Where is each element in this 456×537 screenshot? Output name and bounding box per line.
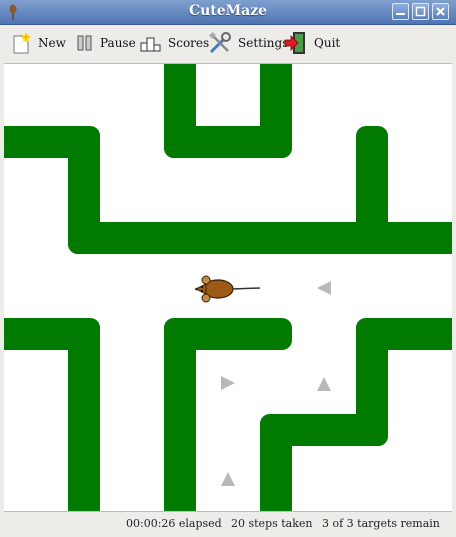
new-game-icon <box>13 32 31 54</box>
close-icon <box>436 7 445 16</box>
maze-wall <box>164 318 292 350</box>
pause-button[interactable]: Pause <box>76 30 136 56</box>
pause-label: Pause <box>100 36 136 50</box>
settings-tools-icon <box>208 31 231 54</box>
quit-label: Quit <box>314 36 341 50</box>
target-arrow-right-icon <box>221 376 235 390</box>
mouse-player-icon <box>194 275 261 303</box>
game-window: CuteMaze New Pause Scores Settings Quit … <box>0 0 456 537</box>
toolbar: New Pause Scores Settings Quit <box>0 25 456 62</box>
maximize-button[interactable] <box>412 3 429 20</box>
settings-label: Settings <box>238 36 289 50</box>
status-bar: 00:00:26 elapsed 20 steps taken 3 of 3 t… <box>0 511 456 537</box>
scores-label: Scores <box>168 36 210 50</box>
maze-wall <box>356 126 388 254</box>
quit-exit-icon <box>284 32 305 54</box>
settings-button[interactable]: Settings <box>208 30 288 56</box>
quit-button[interactable]: Quit <box>284 30 340 56</box>
maximize-icon <box>415 6 426 17</box>
steps-taken: 20 steps taken <box>231 517 313 530</box>
close-button[interactable] <box>432 3 449 20</box>
title-bar[interactable]: CuteMaze <box>0 0 456 25</box>
target-arrow-left-icon <box>317 281 331 295</box>
scores-button[interactable]: Scores <box>140 30 209 56</box>
pause-icon <box>77 35 92 51</box>
elapsed-time: 00:00:26 elapsed <box>126 517 222 530</box>
new-label: New <box>38 36 66 50</box>
maze-wall <box>68 318 100 511</box>
maze-wall <box>68 222 452 254</box>
new-button[interactable]: New <box>12 30 66 56</box>
window-title: CuteMaze <box>188 3 268 19</box>
scores-podium-icon <box>140 37 161 52</box>
maze-wall <box>164 126 292 158</box>
minimize-icon <box>396 13 405 15</box>
target-arrow-up-icon <box>317 377 331 391</box>
minimize-button[interactable] <box>392 3 409 20</box>
maze-board[interactable] <box>4 63 452 512</box>
maze-wall <box>260 414 292 511</box>
targets-remaining: 3 of 3 targets remain <box>322 517 440 530</box>
target-arrow-up-icon <box>221 472 235 486</box>
